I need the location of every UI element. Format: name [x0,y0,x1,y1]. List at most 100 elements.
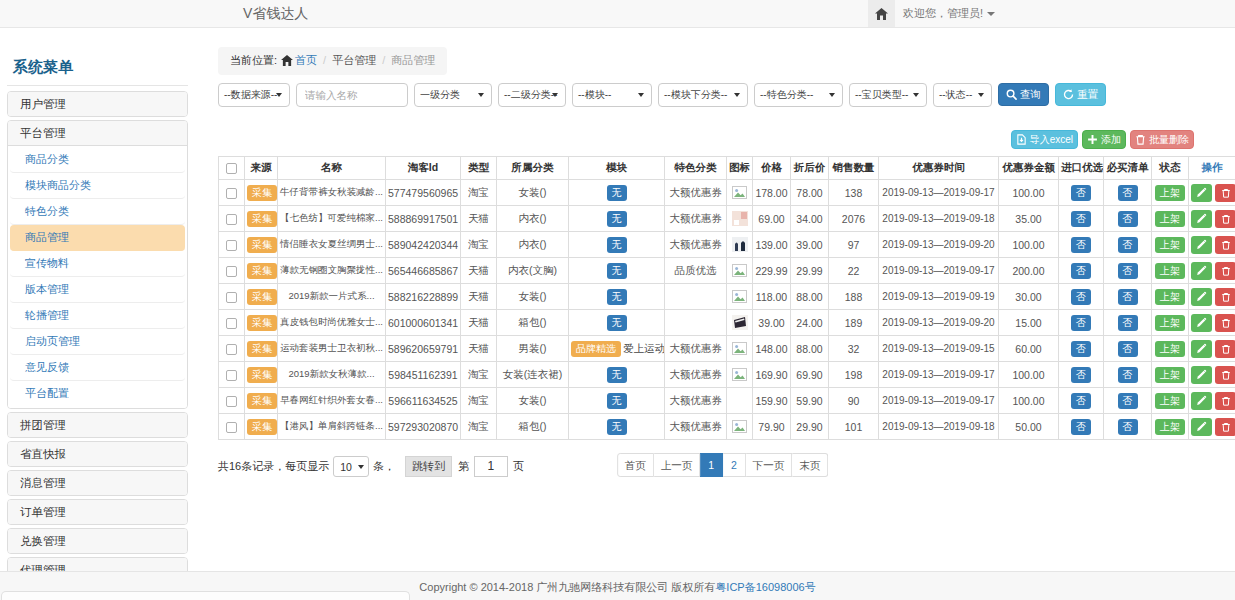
sidebar-item-平台管理[interactable]: 平台管理 [8,121,187,145]
row-checkbox[interactable] [226,292,237,303]
select-all-checkbox[interactable] [226,163,237,174]
module-none-badge[interactable]: 无 [607,315,627,331]
reset-button[interactable]: 重置 [1055,83,1106,106]
sidebar-subitem-商品分类[interactable]: 商品分类 [10,147,185,173]
sidebar-section[interactable]: 省直快报 [7,441,188,467]
filter-select-特色分类[interactable]: --特色分类-- [754,83,843,107]
status-badge[interactable]: 上架 [1155,367,1185,383]
row-checkbox[interactable] [226,188,237,199]
row-checkbox[interactable] [226,370,237,381]
edit-button[interactable] [1191,262,1212,280]
imported-toggle-badge[interactable]: 否 [1071,185,1091,201]
edit-button[interactable] [1191,314,1212,332]
must-buy-toggle-badge[interactable]: 否 [1118,237,1138,253]
row-checkbox[interactable] [226,240,237,251]
user-menu[interactable]: 欢迎您，管理员! [903,0,995,28]
name-search-input[interactable] [296,83,408,107]
must-buy-toggle-badge[interactable]: 否 [1118,315,1138,331]
must-buy-toggle-badge[interactable]: 否 [1118,341,1138,357]
edit-button[interactable] [1191,366,1212,384]
module-none-badge[interactable]: 无 [607,263,627,279]
module-none-badge[interactable]: 无 [607,185,627,201]
module-badge[interactable]: 品牌精选 [571,341,621,357]
import-excel-button[interactable]: 导入excel [1011,130,1078,149]
sidebar-item-用户管理[interactable]: 用户管理 [8,92,187,116]
page-button-上一页[interactable]: 上一页 [654,453,701,477]
must-buy-toggle-badge[interactable]: 否 [1118,263,1138,279]
filter-select-模块下分类[interactable]: --模块下分类-- [658,83,748,107]
row-checkbox[interactable] [226,396,237,407]
filter-select-状态[interactable]: --状态-- [933,83,992,107]
delete-button[interactable] [1215,210,1235,228]
sidebar-subitem-商品管理[interactable]: 商品管理 [10,225,185,251]
query-button[interactable]: 查询 [998,83,1049,106]
edit-button[interactable] [1191,184,1212,202]
imported-toggle-badge[interactable]: 否 [1071,393,1091,409]
status-badge[interactable]: 上架 [1155,289,1185,305]
imported-toggle-badge[interactable]: 否 [1071,367,1091,383]
status-badge[interactable]: 上架 [1155,341,1185,357]
row-checkbox[interactable] [226,214,237,225]
edit-button[interactable] [1191,288,1212,306]
page-button-首页[interactable]: 首页 [617,453,654,477]
imported-toggle-badge[interactable]: 否 [1071,263,1091,279]
sidebar-subitem-平台配置[interactable]: 平台配置 [10,381,185,407]
batch-delete-button[interactable]: 批量删除 [1130,130,1194,149]
row-checkbox[interactable] [226,318,237,329]
page-size-select[interactable]: 10 [333,456,369,477]
edit-button[interactable] [1191,418,1212,436]
filter-select-一级分类[interactable]: 一级分类 [414,83,492,107]
status-badge[interactable]: 上架 [1155,393,1185,409]
status-badge[interactable]: 上架 [1155,315,1185,331]
edit-button[interactable] [1191,236,1212,254]
imported-toggle-badge[interactable]: 否 [1071,211,1091,227]
sidebar-subitem-启动页管理[interactable]: 启动页管理 [10,329,185,355]
delete-button[interactable] [1215,236,1235,254]
page-button-2[interactable]: 2 [723,453,746,477]
add-button[interactable]: 添加 [1082,130,1126,149]
page-button-下一页[interactable]: 下一页 [746,453,793,477]
filter-select-模块[interactable]: --模块-- [572,83,652,107]
sidebar-subitem-宣传物料[interactable]: 宣传物料 [10,251,185,277]
sidebar-subitem-模块商品分类[interactable]: 模块商品分类 [10,173,185,199]
edit-button[interactable] [1191,210,1212,228]
jump-page-input[interactable] [474,456,508,477]
delete-button[interactable] [1215,418,1235,436]
page-button-1[interactable]: 1 [700,453,723,477]
sidebar-section[interactable]: 消息管理 [7,470,188,496]
must-buy-toggle-badge[interactable]: 否 [1118,367,1138,383]
row-checkbox[interactable] [226,422,237,433]
sidebar-section[interactable]: 兑换管理 [7,528,188,554]
jump-button[interactable]: 跳转到 [405,456,452,477]
delete-button[interactable] [1215,288,1235,306]
sidebar-item-省直快报[interactable]: 省直快报 [8,442,187,466]
filter-select-data-source[interactable]: --数据来源-- [218,83,290,107]
status-badge[interactable]: 上架 [1155,185,1185,201]
edit-button[interactable] [1191,392,1212,410]
filter-select-宝贝类型[interactable]: --宝贝类型-- [849,83,927,107]
sidebar-section[interactable]: 订单管理 [7,499,188,525]
icp-link[interactable]: 粤ICP备16098006号 [715,581,815,593]
sidebar-section[interactable]: 用户管理 [7,91,188,117]
page-button-末页[interactable]: 末页 [792,453,828,477]
imported-toggle-badge[interactable]: 否 [1071,315,1091,331]
sidebar-section[interactable]: 平台管理商品分类模块商品分类特色分类商品管理宣传物料版本管理轮播管理启动页管理意… [7,120,188,409]
status-badge[interactable]: 上架 [1155,237,1185,253]
sidebar-subitem-轮播管理[interactable]: 轮播管理 [10,303,185,329]
module-none-badge[interactable]: 无 [607,367,627,383]
sidebar-subitem-特色分类[interactable]: 特色分类 [10,199,185,225]
sidebar-subitem-版本管理[interactable]: 版本管理 [10,277,185,303]
row-checkbox[interactable] [226,344,237,355]
module-none-badge[interactable]: 无 [607,289,627,305]
module-none-badge[interactable]: 无 [607,393,627,409]
status-badge[interactable]: 上架 [1155,263,1185,279]
delete-button[interactable] [1215,366,1235,384]
must-buy-toggle-badge[interactable]: 否 [1118,289,1138,305]
breadcrumb-home-link[interactable]: 首页 [295,54,317,66]
edit-button[interactable] [1191,340,1212,358]
delete-button[interactable] [1215,184,1235,202]
must-buy-toggle-badge[interactable]: 否 [1118,185,1138,201]
sidebar-section[interactable]: 拼团管理 [7,412,188,438]
imported-toggle-badge[interactable]: 否 [1071,419,1091,435]
sidebar-subitem-意见反馈[interactable]: 意见反馈 [10,355,185,381]
